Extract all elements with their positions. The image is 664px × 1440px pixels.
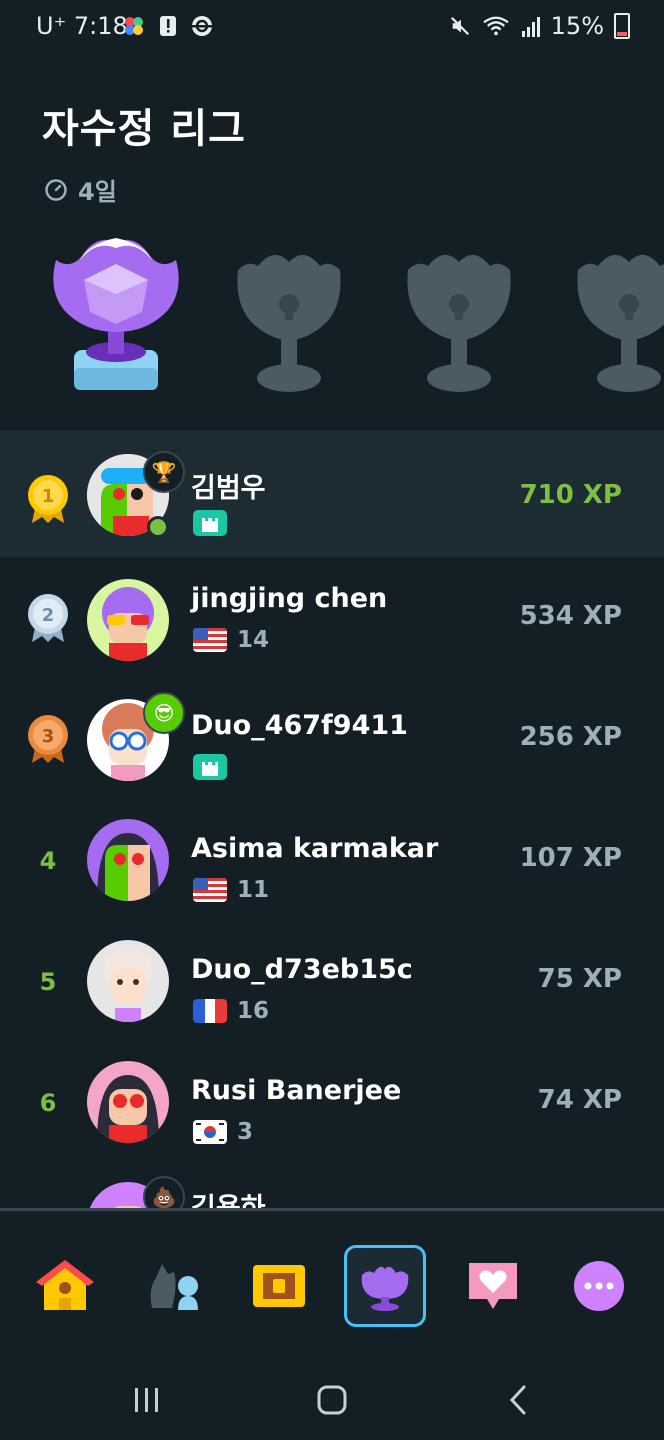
streak-count: 16 xyxy=(237,998,270,1024)
system-navigation-bar xyxy=(0,1358,664,1440)
status-right: 15% xyxy=(449,12,630,40)
xp-value: 534 XP xyxy=(519,601,622,631)
clock-icon xyxy=(45,178,67,201)
back-icon xyxy=(509,1385,526,1415)
bottom-tab-bar xyxy=(0,1208,664,1361)
user-meta xyxy=(193,754,227,780)
more-icon xyxy=(574,1261,624,1311)
status-time: U⁺ 7:18 xyxy=(36,12,128,40)
characters-icon xyxy=(150,1264,198,1310)
leagues-shield-icon xyxy=(361,1266,409,1311)
xp-value: 74 XP xyxy=(537,1085,622,1115)
rank-number: 4 xyxy=(39,847,57,875)
xp-value: 75 XP xyxy=(537,964,622,994)
tab-more[interactable] xyxy=(558,1245,640,1327)
streak-count: 3 xyxy=(237,1119,254,1145)
league-trophies-row[interactable] xyxy=(0,220,664,400)
league-title: 자수정 리그 xyxy=(42,106,246,152)
castle-icon xyxy=(193,510,227,536)
cell-signal-icon xyxy=(521,17,540,37)
status-notification-icons xyxy=(122,14,214,38)
tab-chest[interactable] xyxy=(238,1245,320,1327)
kr-flag-icon xyxy=(193,1120,227,1144)
streak-count: 14 xyxy=(237,627,270,653)
battery-percent: 15% xyxy=(550,12,604,40)
leaderboard-row[interactable]: 3 😎 Duo_467f9411 256 XP xyxy=(0,684,664,811)
battery-icon xyxy=(614,13,630,39)
locked-trophy-icon xyxy=(237,254,341,392)
tab-home[interactable] xyxy=(24,1245,106,1327)
avatar-image xyxy=(87,819,169,901)
user-name: Duo_467f9411 xyxy=(191,710,408,741)
home-icon xyxy=(36,1260,94,1310)
locked-trophy-icon xyxy=(407,254,511,392)
amethyst-trophy-icon xyxy=(53,238,179,390)
avatar[interactable] xyxy=(87,579,169,661)
rank-number: 5 xyxy=(39,968,57,996)
trophy-badge-icon: 🏆 xyxy=(143,451,185,493)
user-name: 김범우 xyxy=(191,473,266,504)
online-status-icon xyxy=(147,516,169,538)
rank-number: 3 xyxy=(42,726,55,747)
avatar[interactable] xyxy=(87,819,169,901)
bronze-medal-icon: 3 xyxy=(28,715,68,763)
xp-value: 107 XP xyxy=(519,843,622,873)
avatar-image xyxy=(87,940,169,1022)
recent-apps-icon xyxy=(135,1388,158,1412)
leaderboard-list[interactable]: 1 🏆 김범우 710 XP 2 jingjing chen 14 534 XP… xyxy=(0,430,664,1208)
silver-medal-icon: 2 xyxy=(28,594,68,642)
leaderboard-row[interactable]: 5 Duo_d73eb15c 16 75 XP xyxy=(0,938,664,1065)
leaderboard-row[interactable]: 4 Asima karmakar 11 107 XP xyxy=(0,811,664,938)
user-name: Duo_d73eb15c xyxy=(191,954,413,985)
locked-trophy-icon xyxy=(577,255,664,392)
user-name: Asima karmakar xyxy=(191,833,439,864)
tab-hearts[interactable] xyxy=(452,1245,534,1327)
user-meta: 16 xyxy=(193,998,269,1024)
rank-number: 6 xyxy=(39,1089,57,1117)
sunglasses-badge-icon: 😎 xyxy=(143,692,185,734)
user-meta xyxy=(193,510,227,536)
user-meta: 11 xyxy=(193,877,269,903)
home-nav-icon xyxy=(317,1385,347,1415)
user-meta: 3 xyxy=(193,1119,253,1145)
leaderboard-row[interactable]: 2 jingjing chen 14 534 XP xyxy=(0,557,664,684)
heart-icon xyxy=(469,1263,517,1309)
league-timer: 4일 xyxy=(44,172,117,207)
wifi-signal-icon xyxy=(483,16,509,36)
avatar-image xyxy=(87,579,169,661)
us-flag-icon xyxy=(193,628,227,652)
status-bar: U⁺ 7:18 15% xyxy=(0,0,664,56)
avatar-image xyxy=(87,1061,169,1143)
xp-value: 256 XP xyxy=(519,722,622,752)
home-nav-button[interactable] xyxy=(312,1380,352,1420)
tab-characters[interactable] xyxy=(132,1245,214,1327)
poop-badge-icon: 💩 xyxy=(143,1176,185,1208)
user-name: 김용하 xyxy=(191,1186,266,1208)
leaderboard-row[interactable]: 💩 김용하 xyxy=(0,1176,664,1208)
us-flag-icon xyxy=(193,878,227,902)
rank-number: 1 xyxy=(42,486,55,507)
user-meta: 14 xyxy=(193,627,269,653)
streak-count: 11 xyxy=(237,877,270,903)
user-name: Rusi Banerjee xyxy=(191,1075,402,1106)
alert-icon xyxy=(160,16,176,36)
sync-icon xyxy=(192,16,212,36)
back-button[interactable] xyxy=(498,1380,538,1420)
leaderboard-row[interactable]: 6 Rusi Banerjee 3 74 XP xyxy=(0,1059,664,1186)
gold-medal-icon: 1 xyxy=(28,475,68,523)
castle-icon xyxy=(193,754,227,780)
avatar[interactable] xyxy=(87,1061,169,1143)
time-left: 4일 xyxy=(78,178,117,206)
rank-number: 2 xyxy=(42,605,55,626)
recent-apps-button[interactable] xyxy=(127,1380,167,1420)
avatar[interactable] xyxy=(87,940,169,1022)
app-notification-icon xyxy=(125,17,143,35)
fr-flag-icon xyxy=(193,999,227,1023)
mute-icon xyxy=(450,16,469,36)
tab-leagues[interactable] xyxy=(344,1245,426,1327)
user-name: jingjing chen xyxy=(191,583,388,614)
leaderboard-row-current-user[interactable]: 1 🏆 김범우 710 XP xyxy=(0,430,664,557)
xp-value: 710 XP xyxy=(519,480,622,510)
chest-icon xyxy=(253,1265,305,1307)
